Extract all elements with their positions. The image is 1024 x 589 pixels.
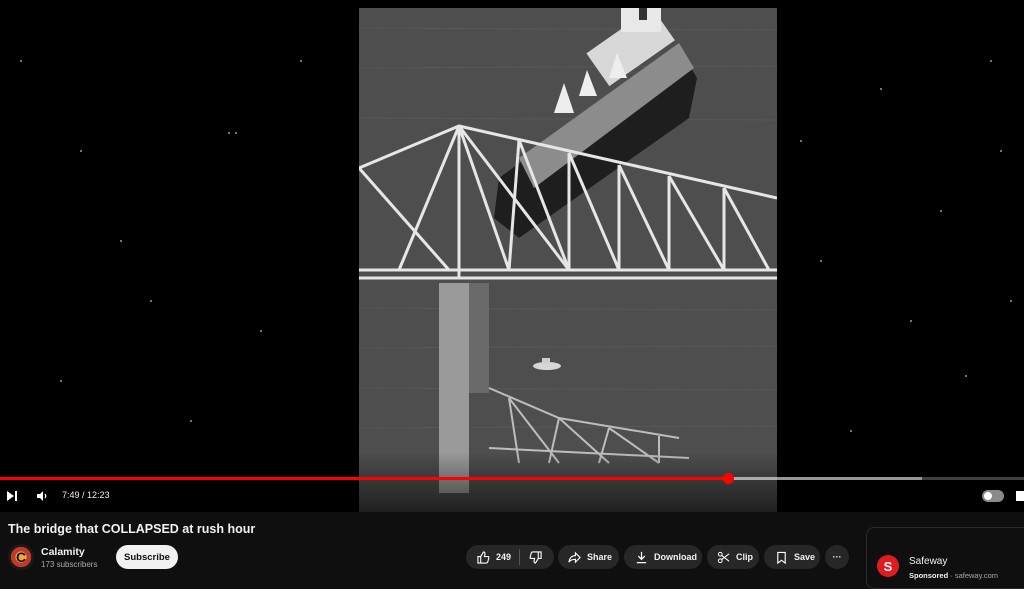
below-player: The bridge that COLLAPSED at rush hour C… (0, 512, 1024, 589)
clip-button[interactable]: Clip (707, 545, 759, 569)
save-button[interactable]: Save (764, 545, 820, 569)
channel-name[interactable]: Calamity (41, 546, 85, 558)
channel-avatar[interactable]: C (8, 544, 34, 570)
like-button[interactable] (476, 550, 490, 564)
progress-bar[interactable] (0, 473, 1024, 484)
ad-domain[interactable]: safeway.com (955, 571, 998, 580)
save-icon (776, 551, 786, 564)
dislike-button[interactable] (528, 550, 542, 564)
dislike-icon (529, 550, 542, 564)
subscribe-button[interactable]: Subscribe (116, 545, 178, 569)
video-title: The bridge that COLLAPSED at rush hour (8, 522, 256, 536)
download-button[interactable]: Download (624, 545, 702, 569)
share-icon-wrap (567, 550, 581, 564)
more-icon: ··· (832, 552, 842, 562)
time-separator: / (79, 490, 88, 500)
autoplay-toggle[interactable] (982, 490, 1004, 502)
more-actions-button[interactable]: ··· (825, 545, 849, 569)
ad-separator: · (948, 571, 955, 580)
clip-icon-wrap (716, 550, 730, 564)
like-icon (476, 550, 489, 564)
next-icon (7, 491, 17, 501)
clip-icon (717, 551, 729, 563)
download-icon (636, 551, 646, 563)
share-icon (567, 551, 581, 563)
progress-scrubber[interactable] (723, 473, 735, 484)
next-button[interactable] (4, 484, 20, 508)
time-current: 7:49 (62, 490, 80, 500)
like-dislike-group: 249 (466, 545, 554, 569)
share-label: Share (587, 552, 613, 562)
settings-icon (1016, 491, 1024, 501)
download-icon-wrap (634, 550, 648, 564)
clip-label: Clip (736, 552, 753, 562)
like-count: 249 (496, 552, 512, 562)
time-total: 12:23 (87, 490, 110, 500)
video-frame[interactable] (359, 8, 777, 512)
volume-button[interactable] (34, 484, 50, 508)
time-display: 7:49 / 12:23 (62, 490, 110, 500)
bridge-ship-image (359, 8, 777, 512)
subscriber-count: 173 subscribers (41, 560, 98, 569)
volume-icon (37, 491, 47, 501)
share-button[interactable]: Share (558, 545, 619, 569)
sponsored-ad-card[interactable]: S Safeway Sponsored · safeway.com (866, 527, 1024, 589)
video-player[interactable]: 7:49 / 12:23 (0, 0, 1024, 512)
progress-played (0, 477, 729, 480)
ad-meta: Sponsored · safeway.com (909, 571, 998, 580)
ad-sponsored-label: Sponsored (909, 571, 949, 580)
like-divider (519, 549, 521, 565)
download-label: Download (654, 552, 697, 562)
ad-advertiser-name: Safeway (909, 556, 948, 567)
save-icon-wrap (774, 550, 788, 564)
player-controls: 7:49 / 12:23 (0, 484, 1024, 508)
safeway-logo-icon: S (877, 555, 899, 577)
save-label: Save (794, 552, 816, 562)
settings-button[interactable] (1016, 484, 1024, 508)
